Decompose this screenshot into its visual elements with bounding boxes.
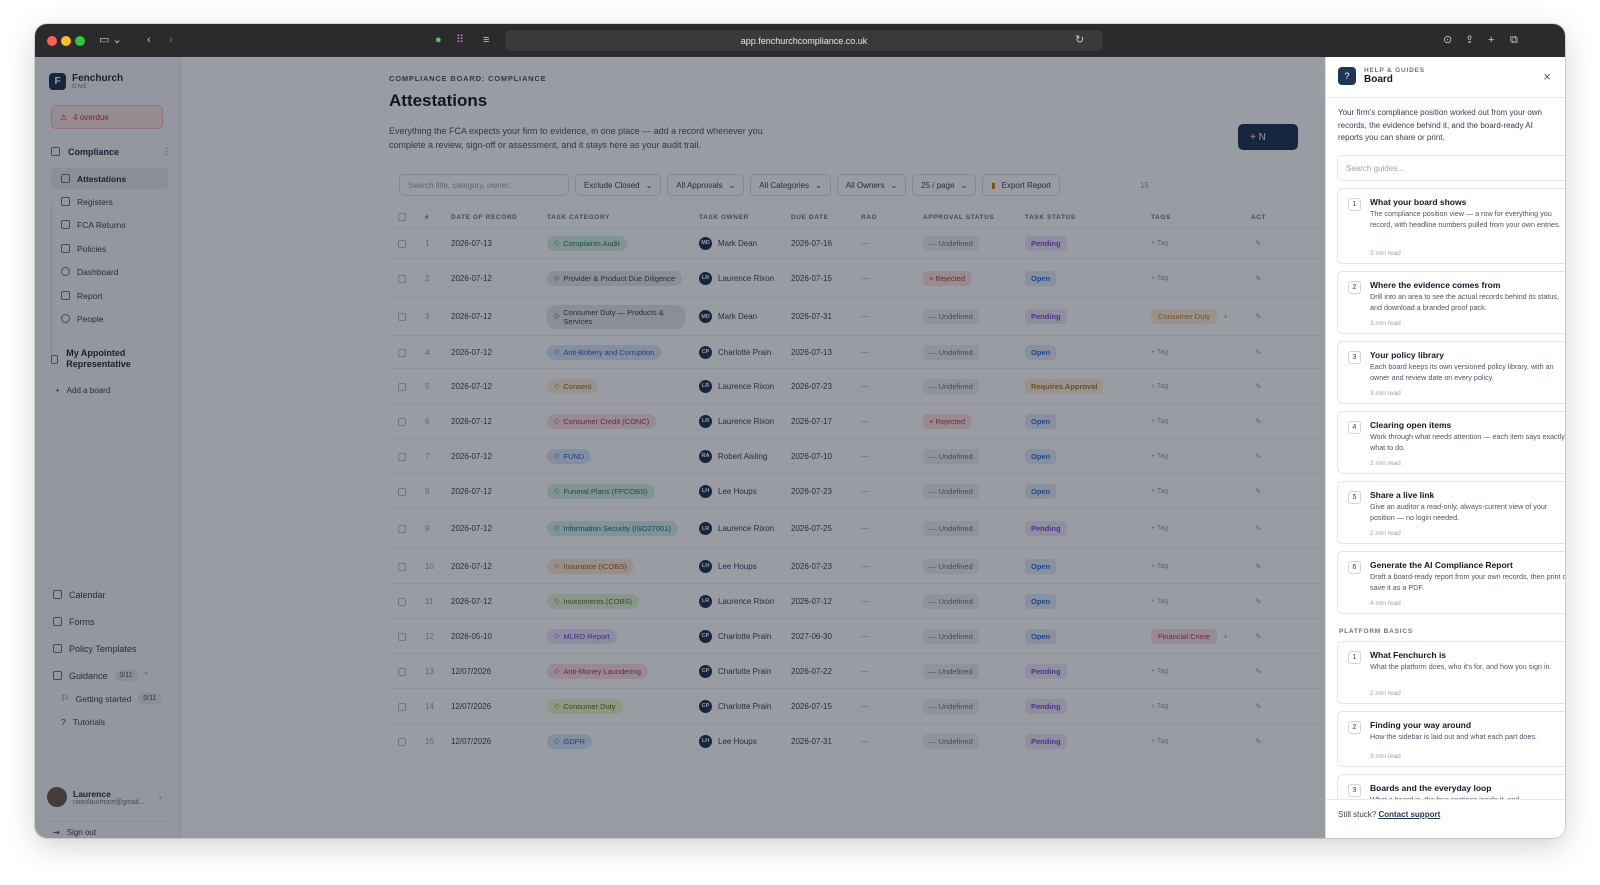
read-time: 2 min read: [1370, 460, 1401, 467]
help-circle-icon: ?: [1338, 67, 1356, 85]
guide-description: Each board keeps its own versioned polic…: [1370, 362, 1554, 382]
guide-description: Draft a board-ready report from your own…: [1370, 572, 1565, 592]
address-bar[interactable]: app.fenchurchcompliance.co.uk: [505, 30, 1103, 51]
guide-title: Where the evidence comes from: [1370, 280, 1501, 290]
guide-title: Share a live link: [1370, 490, 1435, 500]
modal-backdrop[interactable]: [35, 57, 1325, 838]
panel-divider: [1326, 97, 1565, 98]
guide-number: 6: [1348, 561, 1361, 574]
guide-number: 2: [1348, 721, 1361, 734]
guide-number: 4: [1348, 421, 1361, 434]
close-window-button[interactable]: [47, 36, 57, 46]
panel-header: ? HELP & GUIDES Board: [1338, 67, 1425, 85]
panel-eyebrow: HELP & GUIDES: [1364, 67, 1425, 74]
read-time: 3 min read: [1370, 250, 1401, 257]
tabs-overview-icon[interactable]: ⧉: [1510, 33, 1518, 47]
guide-card[interactable]: 2 Finding your way around How the sidebar …: [1337, 711, 1565, 767]
guide-description: Give an auditor a read-only, always-curr…: [1370, 502, 1548, 522]
guide-title: Finding your way around: [1370, 720, 1472, 730]
guide-title: What your board shows: [1370, 197, 1467, 207]
footer-text: Still stuck?: [1338, 810, 1377, 819]
guide-description: The compliance position view — a row for…: [1370, 209, 1561, 229]
guide-card[interactable]: 3 Your policy library Each board keeps its…: [1337, 341, 1565, 404]
guides-search-placeholder: Search guides...: [1346, 163, 1404, 173]
share-icon[interactable]: ⇪: [1465, 33, 1474, 47]
guide-description: Drill into an area to see the actual rec…: [1370, 292, 1559, 312]
read-time: 2 min read: [1370, 690, 1401, 697]
guide-number: 3: [1348, 351, 1361, 364]
read-time: 3 min read: [1370, 753, 1401, 760]
forward-icon[interactable]: ›: [169, 33, 173, 47]
contact-support-link[interactable]: Contact support: [1378, 810, 1440, 819]
read-time: 3 min read: [1370, 390, 1401, 397]
panel-title: Board: [1364, 74, 1393, 85]
guide-card[interactable]: 6 Generate the AI Compliance Report Draft …: [1337, 551, 1565, 614]
guides-search-input[interactable]: Search guides...: [1337, 155, 1565, 181]
reader-icon[interactable]: ≡: [483, 33, 489, 47]
browser-toolbar: ▭ ⌄ ‹ › ● ⠿ ≡ app.fenchurchcompliance.co…: [35, 24, 1565, 57]
read-time: 2 min read: [1370, 530, 1401, 537]
guide-description: How the sidebar is laid out and what eac…: [1370, 732, 1538, 741]
read-time: 3 min read: [1370, 320, 1401, 327]
platform-basics-heading: PLATFORM BASICS: [1339, 628, 1413, 635]
apps-grid-icon[interactable]: ⠿: [456, 33, 464, 47]
browser-window: ▭ ⌄ ‹ › ● ⠿ ≡ app.fenchurchcompliance.co…: [35, 24, 1565, 838]
guide-number: 2: [1348, 281, 1361, 294]
new-tab-icon[interactable]: +: [1488, 33, 1494, 47]
guide-title: Clearing open items: [1370, 420, 1452, 430]
guide-card[interactable]: 1 What Fenchurch is What the platform does…: [1337, 641, 1565, 704]
guide-number: 1: [1348, 198, 1361, 211]
sidebar-toggle-icon[interactable]: ▭ ⌄: [99, 33, 122, 47]
download-icon[interactable]: ⊙: [1443, 33, 1452, 47]
guide-description: Work through what needs attention — each…: [1370, 432, 1565, 452]
grammarly-icon[interactable]: ●: [435, 33, 442, 47]
url-text: app.fenchurchcompliance.co.uk: [740, 35, 868, 46]
guide-description: What the platform does, who it's for, an…: [1370, 662, 1552, 671]
read-time: 4 min read: [1370, 600, 1401, 607]
minimize-window-button[interactable]: [61, 36, 71, 46]
close-panel-button[interactable]: ×: [1543, 69, 1551, 84]
guide-card[interactable]: 2 Where the evidence comes from Drill into…: [1337, 271, 1565, 334]
guide-title: What Fenchurch is: [1370, 650, 1447, 660]
guide-card[interactable]: 5 Share a live link Give an auditor a read…: [1337, 481, 1565, 544]
back-icon[interactable]: ‹: [147, 33, 151, 47]
guide-title: Your policy library: [1370, 350, 1445, 360]
reload-icon[interactable]: ↻: [1075, 33, 1084, 47]
guide-card[interactable]: 1 What your board shows The compliance pos…: [1337, 188, 1565, 264]
guide-card[interactable]: 4 Clearing open items Work through what ne…: [1337, 411, 1565, 474]
panel-description: Your firm's compliance position worked o…: [1338, 108, 1542, 142]
panel-footer: Still stuck? Contact support: [1326, 799, 1565, 838]
zoom-window-button[interactable]: [75, 36, 85, 46]
guide-title: Generate the AI Compliance Report: [1370, 560, 1513, 570]
guide-number: 1: [1348, 651, 1361, 664]
help-panel: ? HELP & GUIDES Board × Your firm's compl…: [1325, 57, 1565, 838]
guide-number: 3: [1348, 784, 1361, 797]
guide-title: Boards and the everyday loop: [1370, 783, 1492, 793]
guide-number: 5: [1348, 491, 1361, 504]
